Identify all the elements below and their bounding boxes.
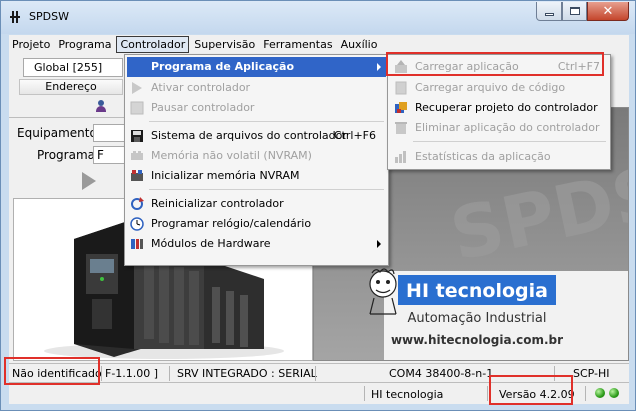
menu-item-eliminar-aplicacao[interactable]: Eliminar aplicação do controlador <box>390 118 608 138</box>
firmware-version: F-1.1.00 ] <box>105 367 159 380</box>
status-led-1-icon <box>595 388 605 398</box>
maximize-button[interactable] <box>562 2 587 21</box>
menu-item-memoria-nvram[interactable]: Memória não volatil (NVRAM) <box>127 146 386 166</box>
brand-name: HI tecnologia <box>406 280 548 302</box>
menu-projeto[interactable]: Projeto <box>9 36 53 53</box>
menu-item-ativar-controlador[interactable]: Ativar controlador <box>127 78 386 98</box>
menu-bar: Projeto Programa Controlador Supervisão … <box>9 35 629 54</box>
status-bar-bottom: HI tecnologia Versão 4.2.09 <box>9 382 629 404</box>
status-bar-top: Não identificado F-1.1.00 ] SRV INTEGRAD… <box>9 363 629 382</box>
menu-item-recuperar-projeto[interactable]: Recuperar projeto do controlador <box>390 98 608 118</box>
menu-item-reinicializar[interactable]: Reinicializar controlador <box>127 194 386 214</box>
menu-controlador[interactable]: Controlador <box>116 36 190 53</box>
restart-icon <box>130 197 144 211</box>
programa-label: Programa <box>37 148 95 162</box>
menu-ferramentas[interactable]: Ferramentas <box>260 36 335 53</box>
upload-file-icon <box>394 81 408 95</box>
statistics-icon <box>394 150 408 164</box>
menu-programa[interactable]: Programa <box>55 36 114 53</box>
menu-item-pausar-controlador[interactable]: Pausar controlador <box>127 98 386 118</box>
connection-status: Não identificado <box>12 367 102 380</box>
main-window: SPDSW ✕ Projeto Programa Controlador Sup… <box>0 0 636 411</box>
maximize-icon <box>569 7 580 15</box>
floppy-disk-icon <box>130 129 144 143</box>
minimize-button[interactable] <box>536 2 562 21</box>
brand-url: www.hitecnologia.com.br <box>391 333 563 347</box>
company-name: HI tecnologia <box>371 388 444 401</box>
close-button[interactable]: ✕ <box>587 2 629 21</box>
menu-item-inicializar-nvram[interactable]: Inicializar memória NVRAM <box>127 166 386 186</box>
menu-item-sistema-arquivos[interactable]: Sistema de arquivos do controlador Ctrl+… <box>127 126 386 146</box>
controlador-dropdown-menu: Programa de Aplicação Ativar controlador… <box>124 54 389 266</box>
shortcut-ctrl-f6: Ctrl+F6 <box>333 129 376 142</box>
brand-tagline: Automação Industrial <box>408 311 547 326</box>
menu-auxilio[interactable]: Auxílio <box>338 36 381 53</box>
menu-item-programa-aplicacao[interactable]: Programa de Aplicação <box>127 57 386 77</box>
memory-chip-icon <box>130 149 144 163</box>
server-info: SRV INTEGRADO : SERIAL <box>177 367 317 380</box>
menu-item-relogio-calendario[interactable]: Programar relógio/calendário <box>127 214 386 234</box>
pause-icon <box>130 101 144 115</box>
device-name: SCP-HI <box>573 367 610 380</box>
app-version: Versão 4.2.09 <box>499 388 575 401</box>
com-port-info: COM4 38400-8-n-1 <box>389 367 494 380</box>
submenu-arrow-icon <box>377 240 381 248</box>
user-icon[interactable] <box>95 100 107 112</box>
play-icon <box>130 81 144 95</box>
hardware-modules-icon <box>130 237 144 251</box>
equipamento-label: Equipamento <box>17 126 97 140</box>
clock-icon <box>130 217 144 231</box>
shortcut-ctrl-f7: Ctrl+F7 <box>557 60 600 73</box>
memory-init-icon <box>130 169 144 183</box>
recover-project-icon <box>394 101 408 115</box>
menu-item-modulos-hardware[interactable]: Módulos de Hardware <box>127 234 386 254</box>
play-icon[interactable] <box>82 172 96 190</box>
app-logo-icon <box>10 10 24 24</box>
menu-item-estatisticas[interactable]: Estatísticas da aplicação <box>390 147 608 167</box>
submenu-arrow-icon <box>377 63 381 71</box>
address-combo[interactable]: Global [255] <box>23 58 123 77</box>
window-title: SPDSW <box>29 10 69 23</box>
upload-app-icon <box>394 60 408 74</box>
minimize-icon <box>544 12 554 16</box>
endereco-button[interactable]: Endereço <box>19 79 123 95</box>
status-led-2-icon <box>609 388 619 398</box>
menu-item-carregar-aplicacao[interactable]: Carregar aplicação Ctrl+F7 <box>390 57 608 77</box>
title-bar[interactable]: SPDSW ✕ <box>1 1 635 34</box>
delete-app-icon <box>394 121 408 135</box>
close-icon: ✕ <box>602 3 614 19</box>
menu-supervisao[interactable]: Supervisão <box>191 36 258 53</box>
programa-aplicacao-submenu: Carregar aplicação Ctrl+F7 Carregar arqu… <box>387 54 611 170</box>
menu-item-carregar-arquivo-codigo[interactable]: Carregar arquivo de código <box>390 78 608 98</box>
